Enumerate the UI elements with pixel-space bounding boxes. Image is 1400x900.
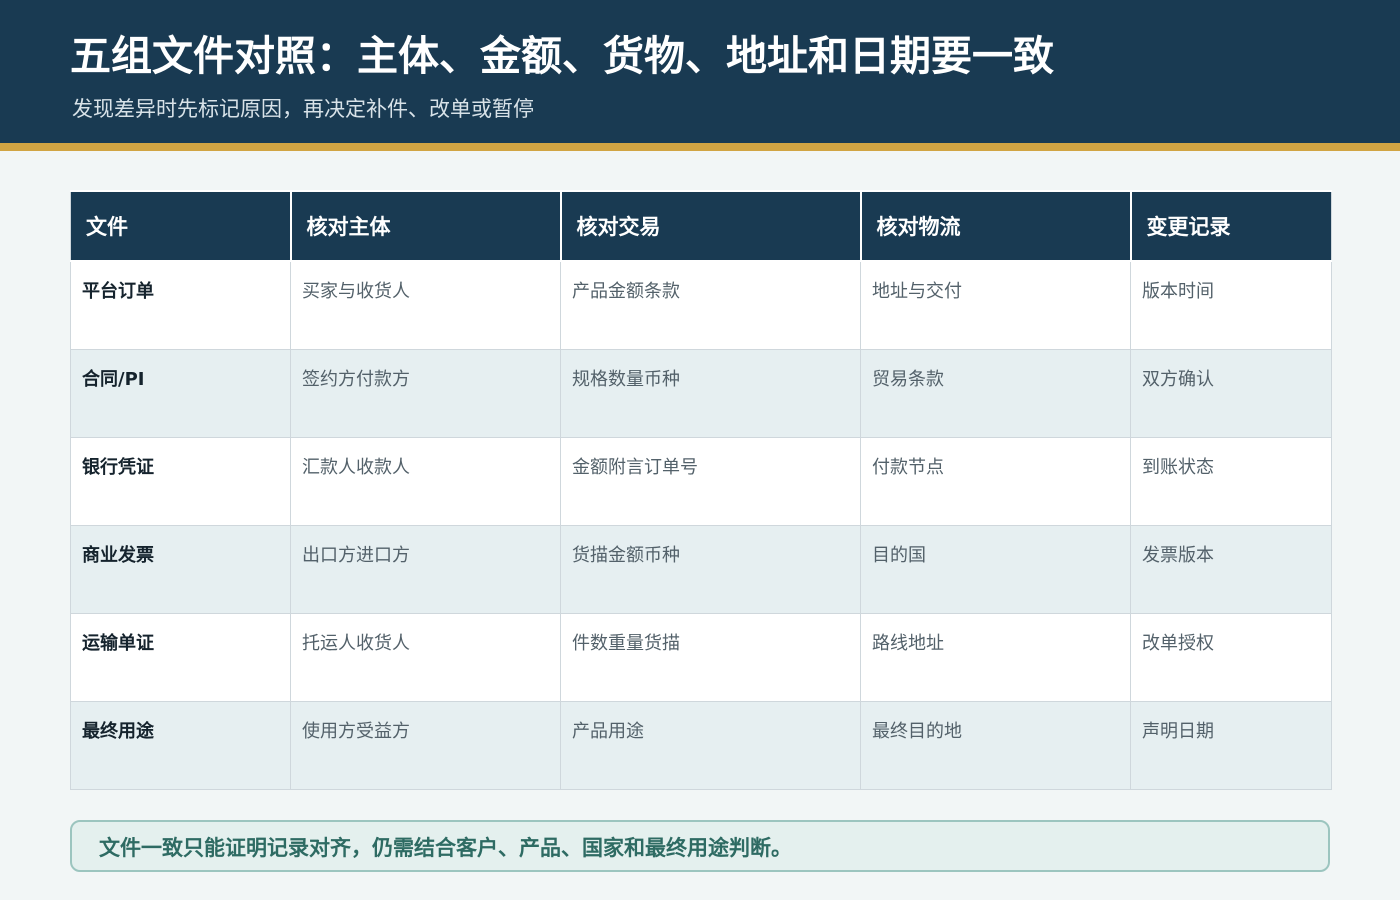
table-cell: 最终目的地 [860, 700, 1131, 790]
table-cell-document: 最终用途 [70, 700, 291, 790]
table-row: 合同/PI 签约方付款方 规格数量币种 贸易条款 双方确认 [70, 348, 1332, 438]
table-cell: 付款节点 [860, 436, 1131, 526]
column-header-transaction-check: 核对交易 [559, 190, 862, 262]
table-cell: 路线地址 [860, 612, 1131, 702]
table-cell: 规格数量币种 [560, 348, 861, 438]
table-cell-document: 商业发票 [70, 524, 291, 614]
table-cell: 金额附言订单号 [560, 436, 861, 526]
column-header-party-check: 核对主体 [289, 190, 562, 262]
table-cell: 双方确认 [1130, 348, 1332, 438]
table-cell: 声明日期 [1130, 700, 1332, 790]
table-cell-document: 平台订单 [70, 260, 291, 350]
table-cell: 产品用途 [560, 700, 861, 790]
table-header-row: 文件 核对主体 核对交易 核对物流 变更记录 [70, 190, 1332, 262]
table-cell: 目的国 [860, 524, 1131, 614]
table-cell: 版本时间 [1130, 260, 1332, 350]
table-cell: 件数重量货描 [560, 612, 861, 702]
table-cell: 使用方受益方 [290, 700, 561, 790]
table-cell-document: 银行凭证 [70, 436, 291, 526]
table-cell: 到账状态 [1130, 436, 1332, 526]
table-cell: 托运人收货人 [290, 612, 561, 702]
table-cell: 签约方付款方 [290, 348, 561, 438]
column-header-logistics-check: 核对物流 [859, 190, 1132, 262]
summary-note: 文件一致只能证明记录对齐，仍需结合客户、产品、国家和最终用途判断。 [70, 820, 1330, 872]
table-cell: 改单授权 [1130, 612, 1332, 702]
table-cell: 货描金额币种 [560, 524, 861, 614]
table-row: 商业发票 出口方进口方 货描金额币种 目的国 发票版本 [70, 524, 1332, 614]
page-title: 五组文件对照：主体、金额、货物、地址和日期要一致 [70, 32, 1054, 80]
table-cell-document: 合同/PI [70, 348, 291, 438]
table-row: 最终用途 使用方受益方 产品用途 最终目的地 声明日期 [70, 700, 1332, 790]
page-subtitle: 发现差异时先标记原因，再决定补件、改单或暂停 [72, 97, 534, 121]
page-header: 五组文件对照：主体、金额、货物、地址和日期要一致 发现差异时先标记原因，再决定补… [0, 0, 1400, 151]
table-row: 运输单证 托运人收货人 件数重量货描 路线地址 改单授权 [70, 612, 1332, 702]
table-cell: 产品金额条款 [560, 260, 861, 350]
column-header-change-record: 变更记录 [1129, 190, 1332, 262]
table-cell: 贸易条款 [860, 348, 1131, 438]
document-comparison-table: 文件 核对主体 核对交易 核对物流 变更记录 平台订单 买家与收货人 产品金额条… [70, 190, 1332, 790]
table-row: 银行凭证 汇款人收款人 金额附言订单号 付款节点 到账状态 [70, 436, 1332, 526]
table-cell: 发票版本 [1130, 524, 1332, 614]
table-cell-document: 运输单证 [70, 612, 291, 702]
table-cell: 地址与交付 [860, 260, 1131, 350]
table-cell: 买家与收货人 [290, 260, 561, 350]
table-cell: 汇款人收款人 [290, 436, 561, 526]
table-cell: 出口方进口方 [290, 524, 561, 614]
column-header-document: 文件 [70, 190, 292, 262]
table-row: 平台订单 买家与收货人 产品金额条款 地址与交付 版本时间 [70, 260, 1332, 350]
